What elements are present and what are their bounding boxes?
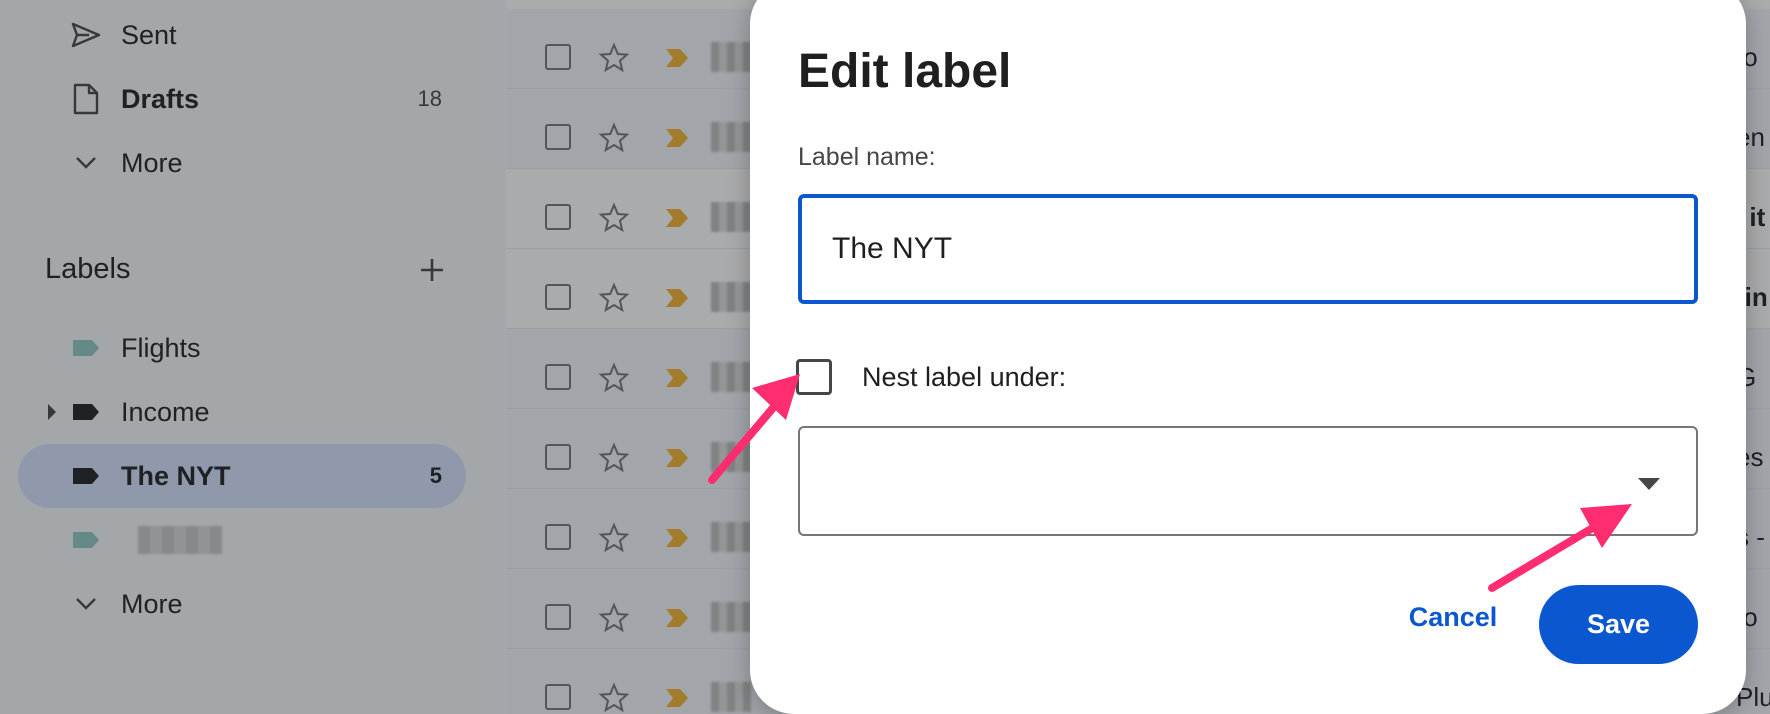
edit-label-dialog: Edit label Label name: Nest label under:… [750,0,1746,714]
parent-label-select[interactable] [798,426,1698,536]
label-name-input[interactable] [798,194,1698,304]
dropdown-arrow-icon[interactable] [1638,478,1660,490]
nest-label-caption: Nest label under: [862,362,1067,392]
save-button[interactable]: Save [1539,585,1698,664]
nest-label-checkbox[interactable] [796,359,832,395]
label-name-caption: Label name: [798,143,936,171]
dialog-title: Edit label [798,45,1012,98]
cancel-button[interactable]: Cancel [1378,585,1528,649]
